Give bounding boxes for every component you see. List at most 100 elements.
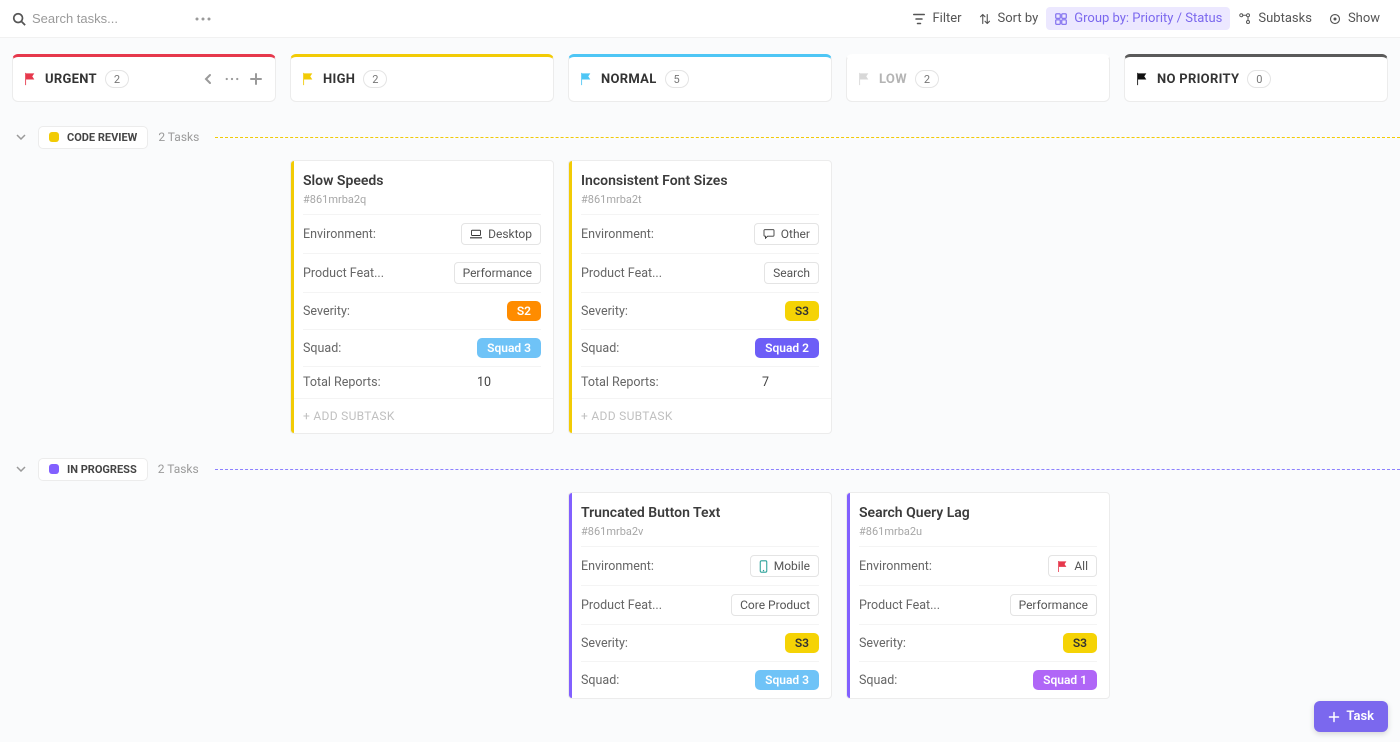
badge-text: Core Product	[740, 598, 810, 612]
field-row: Squad: Squad 3	[303, 329, 541, 366]
field-pill[interactable]: Squad 3	[755, 670, 819, 690]
lane: Slow Speeds#861mrba2qEnvironment:Desktop…	[12, 160, 1400, 434]
sort-label: Sort by	[998, 11, 1039, 26]
field-label: Product Feat...	[303, 266, 384, 281]
task-id: #861mrba2v	[581, 525, 819, 538]
pill-text: Squad 1	[1043, 673, 1087, 687]
field-label: Environment:	[581, 559, 654, 574]
field-pill[interactable]: Squad 3	[477, 338, 541, 358]
field-row: Environment:Desktop	[303, 214, 541, 253]
field-pill[interactable]: S3	[785, 633, 819, 653]
column-count: 2	[915, 70, 939, 88]
status-dot-icon	[49, 464, 59, 474]
flag-icon	[1057, 560, 1068, 573]
column-more-button[interactable]	[223, 70, 241, 88]
show-button[interactable]: Show	[1320, 7, 1388, 30]
group-header: IN PROGRESS2 Tasks	[12, 456, 1400, 482]
sort-button[interactable]: Sort by	[970, 7, 1047, 30]
task-card[interactable]: Slow Speeds#861mrba2qEnvironment:Desktop…	[290, 160, 554, 434]
subtasks-label: Subtasks	[1258, 11, 1312, 26]
chat-icon	[763, 229, 775, 239]
column-header-high[interactable]: HIGH 2	[290, 54, 554, 102]
field-label: Environment:	[581, 227, 654, 242]
task-id: #861mrba2t	[581, 193, 819, 206]
field-badge[interactable]: Desktop	[461, 223, 541, 245]
field-label: Squad:	[303, 341, 341, 356]
field-row: Squad:Squad 2	[581, 329, 819, 366]
field-row: Product Feat...Performance	[859, 585, 1097, 624]
column-header-urgent[interactable]: URGENT2	[12, 54, 276, 102]
group-by-button[interactable]: Group by: Priority / Status	[1046, 7, 1230, 30]
search-input[interactable]	[32, 11, 172, 26]
more-menu-button[interactable]	[192, 8, 214, 30]
field-badge[interactable]: All	[1048, 555, 1097, 577]
badge-text: Other	[781, 227, 810, 241]
mobile-icon	[759, 560, 768, 573]
field-badge[interactable]: Other	[754, 223, 819, 245]
column-label: HIGH	[323, 72, 355, 87]
field-badge[interactable]: Performance	[1010, 594, 1097, 616]
add-subtask-button[interactable]: + ADD SUBTASK	[569, 398, 831, 433]
field-pill[interactable]: S2	[507, 301, 541, 321]
badge-text: Mobile	[774, 559, 810, 573]
task-card[interactable]: Truncated Button Text #861mrba2v Environme…	[568, 492, 832, 699]
status-group-code_review: CODE REVIEW2 TasksSlow Speeds#861mrba2qE…	[12, 124, 1400, 434]
field-value: 7	[762, 375, 819, 390]
badge-text: Performance	[1019, 598, 1088, 612]
status-dot-icon	[49, 132, 59, 142]
column-label: NORMAL	[601, 72, 657, 87]
task-title: Slow Speeds	[303, 173, 541, 189]
filter-icon	[912, 12, 926, 26]
field-row: Product Feat...Core Product	[581, 585, 819, 624]
column-header-none[interactable]: NO PRIORITY0	[1124, 54, 1388, 102]
pill-text: Squad 3	[765, 673, 809, 687]
pill-text: S3	[795, 304, 809, 318]
lane-cell-high	[290, 492, 554, 699]
lane-cell-urgent	[12, 160, 276, 434]
add-subtask-button[interactable]: + ADD SUBTASK	[291, 398, 553, 433]
subtasks-button[interactable]: Subtasks	[1230, 7, 1320, 30]
field-row: Environment: Other	[581, 214, 819, 253]
lane-cell-normal: Inconsistent Font Sizes#861mrba2tEnviron…	[568, 160, 832, 434]
lane: Truncated Button Text #861mrba2v Environme…	[12, 492, 1400, 699]
collapse-group-button[interactable]	[14, 130, 28, 144]
field-badge[interactable]: Mobile	[750, 555, 819, 577]
status-chip[interactable]: CODE REVIEW	[38, 126, 148, 149]
column-label: URGENT	[45, 72, 97, 87]
task-id: #861mrba2u	[859, 525, 1097, 538]
field-row: Squad:Squad 3	[581, 661, 819, 698]
status-chip[interactable]: IN PROGRESS	[38, 458, 148, 481]
column-count: 0	[1247, 70, 1271, 88]
field-pill[interactable]: Squad 1	[1033, 670, 1097, 690]
field-label: Severity:	[859, 636, 906, 651]
field-row: Environment:All	[859, 546, 1097, 585]
priority-flag-icon	[857, 72, 871, 86]
field-badge[interactable]: Search	[764, 262, 819, 284]
task-card[interactable]: Inconsistent Font Sizes#861mrba2tEnviron…	[568, 160, 832, 434]
field-row: Severity:S2	[303, 292, 541, 329]
priority-flag-icon	[579, 72, 593, 86]
subtasks-icon	[1238, 12, 1252, 26]
filter-button[interactable]: Filter	[904, 7, 969, 30]
new-task-button[interactable]: Task	[1314, 701, 1388, 732]
task-title: Truncated Button Text	[581, 505, 819, 521]
field-badge[interactable]: Core Product	[731, 594, 819, 616]
collapse-column-button[interactable]	[199, 70, 217, 88]
field-pill[interactable]: Squad 2	[755, 338, 819, 358]
priority-flag-icon	[301, 72, 315, 86]
field-badge[interactable]: Performance	[454, 262, 541, 284]
group-divider	[215, 469, 1400, 470]
field-row: Product Feat... Search	[581, 253, 819, 292]
field-pill[interactable]: S3	[1063, 633, 1097, 653]
task-card[interactable]: Search Query Lag#861mrba2uEnvironment:Al…	[846, 492, 1110, 699]
field-label: Product Feat...	[581, 266, 662, 281]
lane-cell-normal: Truncated Button Text #861mrba2v Environme…	[568, 492, 832, 699]
laptop-icon	[470, 229, 482, 239]
column-header-normal[interactable]: NORMAL5	[568, 54, 832, 102]
column-header-low[interactable]: LOW2	[846, 54, 1110, 102]
column-count: 2	[363, 70, 387, 88]
field-pill[interactable]: S3	[785, 301, 819, 321]
collapse-group-button[interactable]	[14, 462, 28, 476]
lane-cell-none	[1124, 160, 1388, 434]
add-task-button[interactable]	[247, 70, 265, 88]
